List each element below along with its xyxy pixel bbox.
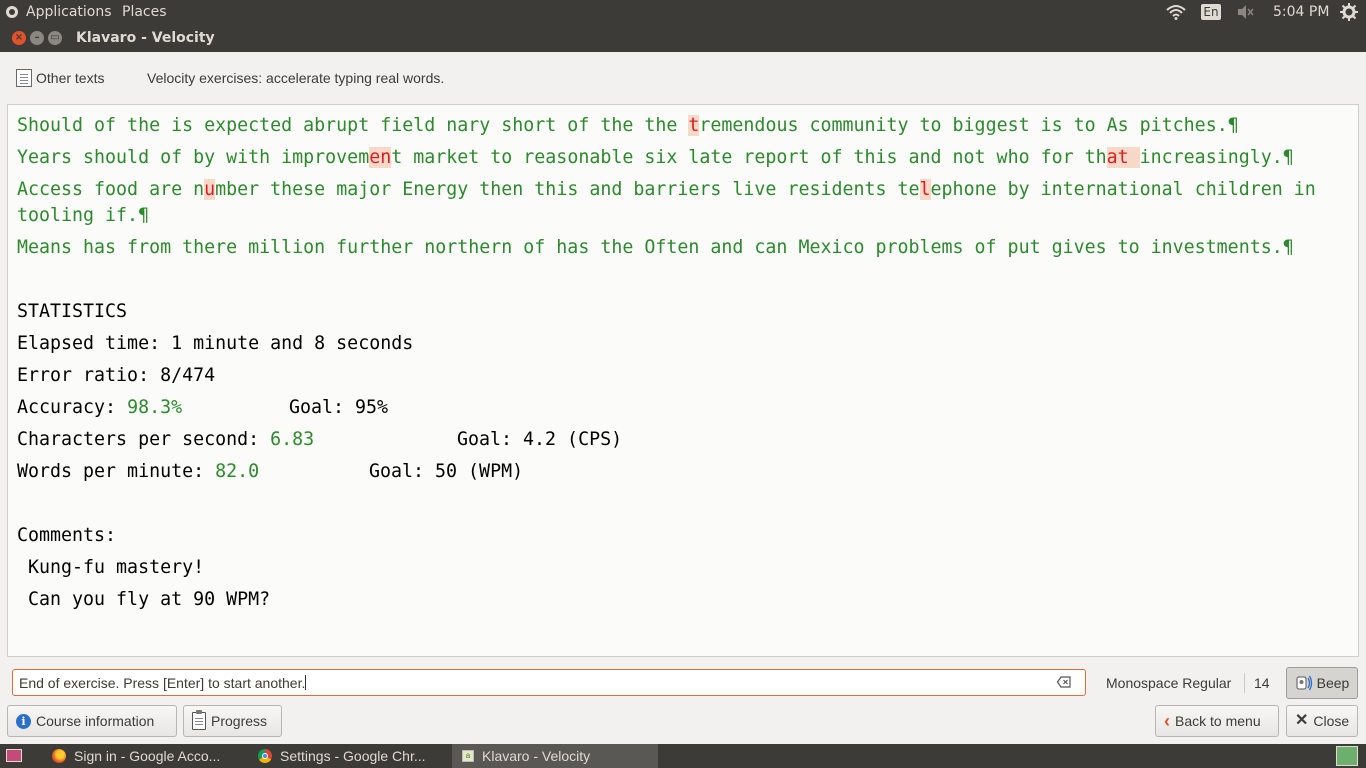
taskbar-item-firefox[interactable]: Sign in - Google Acco... [44, 744, 252, 768]
accuracy-goal: Goal: 95% [289, 397, 389, 418]
font-name[interactable]: Monospace Regular [1106, 674, 1231, 692]
exercise-line-2: Years should of by with improvement mark… [17, 145, 1294, 171]
exercise-description: Velocity exercises: accelerate typing re… [147, 70, 445, 86]
comment-1: Kung-fu mastery! [17, 557, 205, 578]
gear-icon[interactable] [1340, 3, 1358, 21]
course-information-label: Course information [36, 713, 155, 729]
typed-text: ephone by international children in [930, 179, 1316, 200]
text-cursor [305, 675, 307, 690]
volume-muted-icon[interactable] [1236, 4, 1254, 20]
cps-goal: Goal: 4.2 (CPS) [457, 429, 623, 450]
exercise-line-1: Should of the is expected abrupt field n… [17, 113, 1239, 139]
firefox-icon [52, 749, 66, 763]
wpm-label: Words per minute: [17, 461, 216, 482]
clock[interactable]: 5:04 PM [1273, 3, 1329, 21]
wpm-goal: Goal: 50 (WPM) [369, 461, 524, 482]
typed-text: Access food are n [17, 179, 205, 200]
comments-heading: Comments: [17, 525, 117, 546]
comment-2: Can you fly at 90 WPM? [17, 589, 271, 610]
typing-input-value: End of exercise. Press [Enter] to start … [19, 674, 307, 692]
typing-error: at [1106, 147, 1129, 168]
keyboard-layout-indicator[interactable]: En [1201, 4, 1221, 20]
info-icon: i [16, 713, 31, 729]
back-to-menu-label: Back to menu [1175, 713, 1261, 729]
exercise-line-3: Access food are number these major Energ… [17, 177, 1316, 203]
exercise-line-4: tooling if.¶ [17, 205, 150, 226]
chrome-icon [258, 749, 272, 763]
accuracy-line: Accuracy: 98.3% [17, 395, 182, 421]
window-titlebar: × – ▭ Klavaro - Velocity [0, 24, 1366, 52]
other-texts-label: Other texts [36, 70, 105, 86]
toolbar: Other texts Velocity exercises: accelera… [0, 52, 1366, 104]
ubuntu-logo-icon [6, 6, 18, 18]
typed-text: mber these major Energy then this and ba… [215, 179, 920, 200]
cps-line: Characters per second: 6.83 [17, 427, 314, 453]
document-icon [16, 69, 32, 87]
window-minimize-button[interactable]: – [30, 31, 44, 45]
typing-error: u [204, 179, 216, 200]
taskbar-item-label: Sign in - Google Acco... [74, 748, 221, 764]
window-close-button[interactable]: × [12, 31, 26, 45]
progress-button[interactable]: Progress [183, 705, 282, 737]
accuracy-value: 98.3% [127, 397, 183, 418]
wpm-line: Words per minute: 82.0 [17, 459, 259, 485]
applications-menu[interactable]: Applications [26, 3, 112, 21]
statistics-heading: STATISTICS [17, 301, 128, 322]
typing-error [1128, 147, 1140, 168]
course-information-button[interactable]: i Course information [7, 705, 177, 737]
clear-input-icon[interactable] [1057, 676, 1071, 688]
cps-label: Characters per second: [17, 429, 271, 450]
accuracy-label: Accuracy: [17, 397, 128, 418]
window-maximize-button[interactable]: ▭ [48, 31, 62, 45]
beep-label: Beep [1316, 675, 1350, 691]
maximize-icon: ▭ [50, 32, 60, 43]
taskbar-item-chrome[interactable]: Settings - Google Chr... [250, 744, 454, 768]
cps-value: 6.83 [270, 429, 315, 450]
wpm-value: 82.0 [215, 461, 260, 482]
typing-error: t [688, 115, 700, 136]
taskbar: Sign in - Google Acco... Settings - Goog… [0, 744, 1366, 768]
typed-text: increasingly.¶ [1139, 147, 1294, 168]
close-icon: ✕ [1295, 712, 1309, 729]
typed-text: Should of the is expected abrupt field n… [17, 115, 689, 136]
clipboard-icon [192, 710, 206, 730]
error-ratio: Error ratio: 8/474 [17, 365, 216, 386]
exercise-line-5: Means has from there million further nor… [17, 237, 1294, 258]
beep-icon [1296, 675, 1312, 691]
exercise-text-area[interactable]: Should of the is expected abrupt field n… [7, 104, 1359, 657]
taskbar-item-klavaro[interactable]: a Klavaro - Velocity [452, 744, 658, 768]
taskbar-item-label: Settings - Google Chr... [280, 748, 426, 764]
trash-icon[interactable] [1336, 746, 1358, 766]
typed-text: Years should of by with improvem [17, 147, 370, 168]
other-texts-button[interactable]: Other texts [8, 62, 112, 94]
typing-input[interactable]: End of exercise. Press [Enter] to start … [12, 669, 1086, 696]
typing-error: l [919, 179, 931, 200]
typing-input-text: End of exercise. Press [Enter] to start … [19, 675, 306, 691]
wifi-icon[interactable] [1166, 4, 1186, 20]
show-desktop-icon[interactable] [6, 749, 22, 762]
typed-text: t market to reasonable six late report o… [391, 147, 1107, 168]
minimize-icon: – [34, 32, 40, 43]
klavaro-icon: a [462, 750, 474, 762]
places-menu[interactable]: Places [122, 3, 167, 21]
close-label: Close [1313, 713, 1350, 729]
back-arrow-icon: ‹ [1164, 711, 1170, 731]
beep-toggle-button[interactable]: Beep [1286, 667, 1358, 699]
typed-text: remendous community to biggest is to As … [699, 115, 1239, 136]
font-size[interactable]: 14 [1254, 674, 1270, 692]
window-title: Klavaro - Velocity [76, 30, 215, 46]
elapsed-time: Elapsed time: 1 minute and 8 seconds [17, 333, 414, 354]
close-button[interactable]: ✕ Close [1286, 705, 1358, 737]
close-icon: × [14, 32, 24, 43]
font-separator [1244, 673, 1245, 693]
progress-label: Progress [211, 713, 268, 729]
top-panel: Applications Places En 5:04 PM [0, 0, 1366, 24]
taskbar-item-label: Klavaro - Velocity [482, 748, 591, 764]
back-to-menu-button[interactable]: ‹ Back to menu [1155, 705, 1279, 737]
typing-error: en [369, 147, 392, 168]
